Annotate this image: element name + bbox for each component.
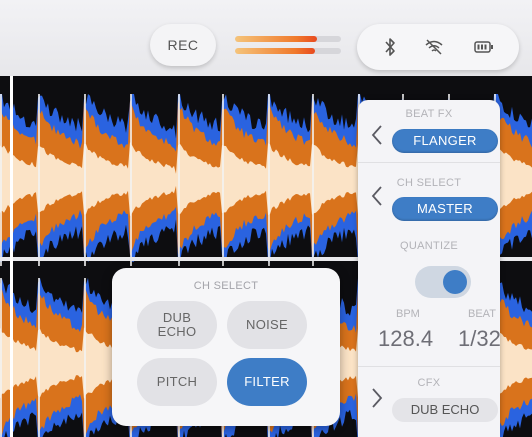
dj-app: REC BEAT FX FLANGER CH SELECT MASTER QUA… (0, 0, 532, 437)
fx-panel: BEAT FX FLANGER CH SELECT MASTER QUANTIZ… (358, 100, 500, 437)
wifi-off-icon (423, 36, 445, 58)
top-bar: REC (0, 0, 532, 76)
quantize-label: QUANTIZE (399, 240, 458, 252)
option-pitch[interactable]: PITCH (137, 358, 217, 406)
level-meter-left-fill (235, 36, 317, 42)
level-meter-right (235, 48, 341, 54)
ch-select-popup: CH SELECT DUB ECHO NOISE PITCH FILTER (112, 268, 340, 426)
status-pill[interactable] (357, 24, 519, 70)
battery-icon (473, 36, 495, 58)
beat-fx-section: BEAT FX FLANGER (358, 100, 500, 162)
rec-button[interactable]: REC (150, 24, 216, 66)
popup-title: CH SELECT (193, 280, 259, 292)
option-dub-echo[interactable]: DUB ECHO (137, 301, 217, 349)
playhead (10, 76, 13, 437)
bpm-label: BPM (396, 308, 420, 320)
ch-select-section: CH SELECT MASTER (358, 162, 500, 229)
beat-fx-label: BEAT FX (405, 108, 453, 120)
quantize-toggle[interactable] (415, 266, 471, 298)
bluetooth-icon (379, 36, 401, 58)
chevron-right-icon[interactable] (370, 387, 384, 409)
option-filter[interactable]: FILTER (227, 358, 307, 406)
level-meter-left (235, 36, 341, 42)
cfx-select[interactable]: DUB ECHO (392, 398, 498, 422)
cfx-section: CFX DUB ECHO (358, 366, 500, 437)
ch-select-button[interactable]: MASTER (392, 197, 498, 221)
beat-fx-select[interactable]: FLANGER (392, 129, 498, 153)
bpm-value: 128.4 (378, 326, 434, 351)
beat-label: BEAT (468, 308, 496, 320)
chevron-left-icon[interactable] (370, 185, 384, 207)
level-meter-right-fill (235, 48, 315, 54)
beat-value[interactable]: 1/32 (458, 326, 500, 352)
option-noise[interactable]: NOISE (227, 301, 307, 349)
toggle-knob (443, 270, 467, 294)
chevron-left-icon[interactable] (370, 124, 384, 146)
